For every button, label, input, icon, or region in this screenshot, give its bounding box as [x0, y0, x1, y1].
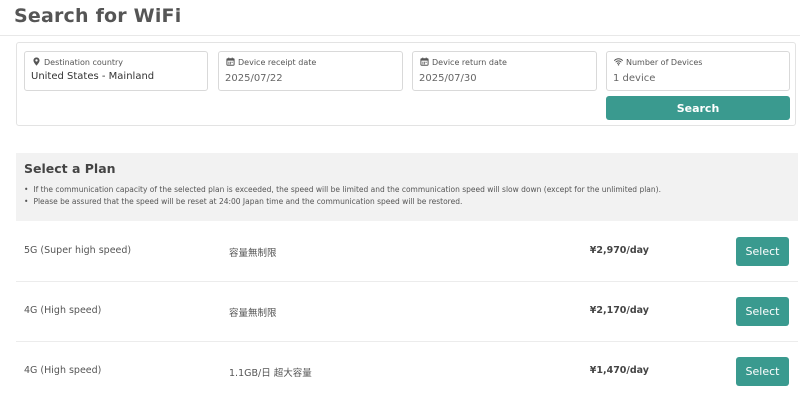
device-receipt-date-value: 2025/07/22 [225, 73, 283, 84]
location-pin-icon [33, 57, 40, 66]
plan-capacity: 容量無制限 [229, 308, 277, 319]
bullet: • [24, 197, 29, 206]
device-receipt-date-label: Device receipt date [226, 57, 316, 67]
number-of-devices-label-text: Number of Devices [626, 58, 703, 67]
plan-name: 4G (High speed) [24, 365, 102, 376]
plan-capacity: 1.1GB/日 超大容量 [229, 368, 312, 379]
bullet: • [24, 185, 29, 194]
number-of-devices-value: 1 device [613, 73, 656, 84]
device-return-date-label-text: Device return date [432, 58, 507, 67]
number-of-devices-field[interactable]: Number of Devices 1 device [606, 51, 790, 91]
device-return-date-label: Device return date [420, 57, 507, 67]
plan-name: 5G (Super high speed) [24, 245, 132, 256]
select-plan-button[interactable]: Select [736, 357, 789, 386]
title-divider [0, 35, 800, 36]
calendar-icon [226, 57, 235, 66]
plan-capacity: 容量無制限 [229, 248, 277, 259]
plan-row: 4G (High speed) 容量無制限 ¥2,170/day Select [16, 282, 798, 342]
plan-name: 4G (High speed) [24, 305, 102, 316]
select-plan-button[interactable]: Select [736, 237, 789, 266]
device-receipt-date-label-text: Device receipt date [238, 58, 317, 67]
destination-country-label-text: Destination country [44, 58, 124, 67]
plan-note-text: If the communication capacity of the sel… [33, 185, 661, 194]
plan-price: ¥2,170/day [589, 305, 649, 316]
plan-note-text: Please be assured that the speed will be… [33, 197, 463, 206]
search-button[interactable]: Search [606, 96, 790, 120]
device-receipt-date-field[interactable]: Device receipt date 2025/07/22 [218, 51, 403, 91]
destination-country-value: United States - Mainland [31, 71, 155, 82]
plan-price: ¥2,970/day [589, 245, 649, 256]
select-plan-button[interactable]: Select [736, 297, 789, 326]
calendar-icon [420, 57, 429, 66]
plan-section-title: Select a Plan [24, 161, 116, 176]
plan-price: ¥1,470/day [589, 365, 649, 376]
search-form: Destination country United States - Main… [16, 42, 796, 126]
plan-note: • If the communication capacity of the se… [24, 185, 661, 194]
device-return-date-field[interactable]: Device return date 2025/07/30 [412, 51, 597, 91]
plan-section-header: Select a Plan • If the communication capa… [16, 153, 798, 221]
page-title: Search for WiFi [14, 5, 182, 27]
plan-row: 4G (High speed) 1.1GB/日 超大容量 ¥1,470/day … [16, 342, 798, 402]
destination-country-label: Destination country [32, 57, 123, 67]
wifi-icon [614, 58, 623, 66]
device-return-date-value: 2025/07/30 [419, 73, 477, 84]
plan-row: 5G (Super high speed) 容量無制限 ¥2,970/day S… [16, 222, 798, 282]
number-of-devices-label: Number of Devices [614, 57, 702, 67]
plan-note: • Please be assured that the speed will b… [24, 197, 462, 206]
destination-country-field[interactable]: Destination country United States - Main… [24, 51, 208, 91]
